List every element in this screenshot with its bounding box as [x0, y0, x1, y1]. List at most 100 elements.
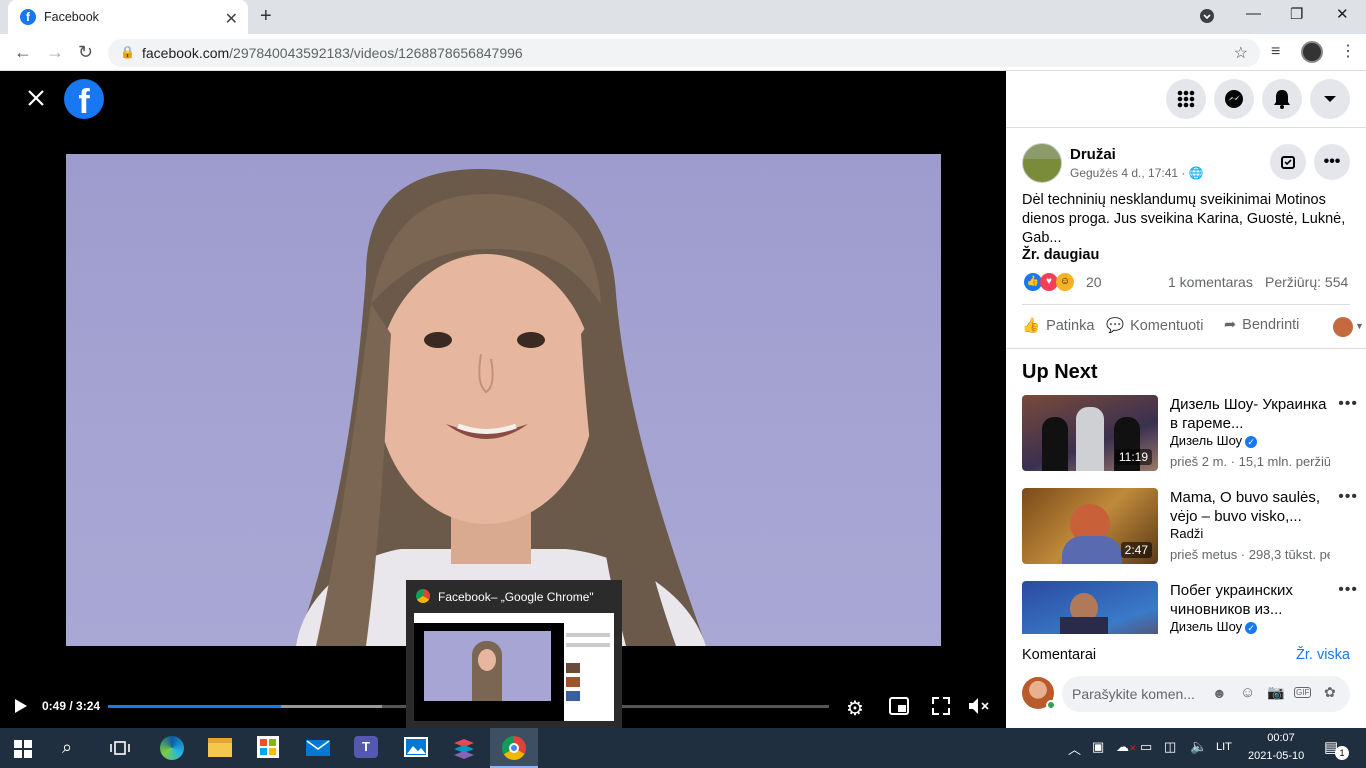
video-content-illustration [296, 169, 706, 646]
browser-tab[interactable]: f Facebook ✕ [8, 0, 248, 34]
up-next-item[interactable]: 11:19 Дизель Шоу- Украинка в гареме... Д… [1022, 395, 1358, 473]
up-next-item[interactable]: Побег украинских чиновников из... Дизель… [1022, 581, 1358, 634]
chrome-taskbar-button[interactable] [490, 728, 538, 768]
globe-icon: 🌐 [1188, 166, 1204, 180]
chrome-icon [416, 589, 430, 603]
share-button[interactable]: ➦ Bendrinti [1224, 317, 1299, 333]
file-explorer-icon[interactable] [208, 738, 232, 757]
restore-icon[interactable]: ❐ [1290, 5, 1303, 23]
video-title[interactable]: Побег украинских чиновников из... [1170, 581, 1330, 619]
save-post-icon[interactable] [1270, 144, 1306, 180]
photos-icon[interactable] [404, 737, 428, 757]
tab-close-icon[interactable]: ✕ [225, 9, 238, 29]
reaction-icons[interactable]: 👍 ♥ ☺ [1024, 273, 1074, 291]
close-icon[interactable] [26, 88, 46, 113]
post-author[interactable]: Družai [1070, 146, 1116, 163]
show-hidden-icons[interactable]: ︿ [1068, 739, 1081, 758]
chevron-down-icon[interactable]: ▼ [1355, 321, 1364, 331]
windows-taskbar: ⌕ T ︿ ▣ ☁✕ ▭ ◫ 🔈 LIT 00:07 2021-05-10 ▤ … [0, 728, 1366, 768]
comment-button[interactable]: 💬 Komentuoti [1106, 317, 1203, 335]
search-icon[interactable]: ⌕ [62, 737, 72, 758]
edge-icon[interactable] [160, 736, 184, 760]
profile-avatar[interactable] [1301, 41, 1323, 63]
camera-icon[interactable]: 📷 [1267, 684, 1284, 701]
divider [1022, 304, 1350, 305]
video-thumbnail[interactable] [1022, 581, 1158, 634]
video-thumbnail[interactable]: 11:19 [1022, 395, 1158, 471]
see-all-link[interactable]: Žr. viska [1296, 647, 1350, 663]
more-options-icon[interactable]: ••• [1314, 144, 1350, 180]
more-options-icon[interactable]: ••• [1338, 488, 1358, 506]
see-more-link[interactable]: Žr. daugiau [1022, 247, 1099, 263]
comment-input[interactable]: Parašykite komen... ☻ ☺ 📷 GIF ✿ [1062, 676, 1350, 712]
sync-error-icon[interactable]: ☁✕ [1116, 739, 1137, 755]
avatar-sticker-icon[interactable]: ☻ [1212, 685, 1227, 701]
battery-icon[interactable]: ▭ [1140, 739, 1152, 755]
video-title[interactable]: Дизель Шоу- Украинка в гареме... [1170, 395, 1330, 433]
store-icon[interactable] [257, 736, 279, 758]
bell-icon[interactable] [1262, 79, 1302, 119]
mail-icon[interactable] [306, 740, 330, 756]
gif-icon[interactable]: GIF [1294, 687, 1312, 698]
chrome-menu-icon[interactable]: ⋮ [1340, 41, 1356, 61]
reading-list-icon[interactable]: ≡ [1271, 43, 1280, 61]
more-options-icon[interactable]: ••• [1338, 581, 1358, 599]
window-close-icon[interactable]: ✕ [1336, 5, 1349, 23]
device-icon[interactable]: ▣ [1092, 739, 1104, 755]
channel-name[interactable]: Radži [1170, 526, 1203, 541]
omnibox[interactable]: 🔒 facebook.com/297840043592183/videos/12… [108, 39, 1260, 67]
comments-count[interactable]: 1 komentaras [1168, 274, 1253, 290]
like-label: Patinka [1046, 317, 1095, 334]
minimize-icon[interactable]: — [1246, 5, 1261, 22]
video-viewer: f 0:49 / 3:24 ⚙ Facebook– „Google Chrome… [0, 71, 1006, 728]
clock-date[interactable]: 2021-05-10 [1248, 750, 1304, 762]
more-options-icon[interactable]: ••• [1338, 395, 1358, 413]
pip-icon[interactable] [889, 697, 909, 720]
reload-icon[interactable]: ↻ [78, 42, 93, 63]
up-next-heading: Up Next [1022, 361, 1098, 383]
apps-icon[interactable] [1166, 79, 1206, 119]
messenger-icon[interactable] [1214, 79, 1254, 119]
clock-time[interactable]: 00:07 [1263, 732, 1299, 744]
task-view-icon[interactable] [110, 739, 130, 762]
up-next-item[interactable]: 2:47 Mama, O buvo saulės, vėjo – buvo vi… [1022, 488, 1358, 566]
network-icon[interactable]: ◫ [1164, 739, 1176, 755]
post-sidebar: Družai Gegužės 4 d., 17:41 · 🌐 ••• Dėl t… [1006, 71, 1366, 728]
tab-search-icon[interactable] [1199, 8, 1215, 28]
channel-name[interactable]: Дизель Шоу ✓ [1170, 433, 1258, 448]
caret-icon[interactable] [1310, 79, 1350, 119]
verified-icon: ✓ [1245, 435, 1258, 448]
sticker-icon[interactable]: ✿ [1324, 684, 1336, 701]
page-avatar[interactable] [1022, 143, 1062, 183]
snip-sketch-icon[interactable] [452, 737, 476, 764]
reaction-profile-avatar[interactable] [1333, 317, 1353, 337]
settings-icon[interactable]: ⚙ [846, 696, 864, 721]
share-label: Bendrinti [1242, 317, 1300, 333]
video-duration: 2:47 [1120, 542, 1152, 558]
comments-label: Komentarai [1022, 647, 1097, 663]
forward-icon[interactable]: → [46, 42, 64, 63]
play-icon[interactable] [14, 698, 28, 719]
volume-icon[interactable]: 🔈 [1190, 738, 1207, 755]
post-date-row: Gegužės 4 d., 17:41 · 🌐 [1070, 166, 1204, 180]
emoji-icon[interactable]: ☺ [1240, 684, 1255, 701]
progress-fill [108, 705, 282, 708]
video-frame[interactable] [66, 154, 941, 646]
window-preview[interactable]: Facebook– „Google Chrome" [406, 580, 622, 728]
video-title[interactable]: Mama, O buvo saulės, vėjo – buvo visko,.… [1170, 488, 1330, 526]
post-date[interactable]: Gegužės 4 d., 17:41 · [1070, 166, 1185, 180]
windows-start-icon[interactable] [14, 740, 32, 763]
back-icon[interactable]: ← [14, 42, 32, 63]
reactions-count[interactable]: 20 [1086, 274, 1102, 290]
facebook-logo[interactable]: f [64, 79, 104, 119]
mute-icon[interactable] [968, 697, 990, 720]
teams-icon[interactable]: T [354, 736, 378, 758]
divider [1006, 127, 1366, 128]
channel-name[interactable]: Дизель Шоу ✓ [1170, 619, 1258, 634]
video-thumbnail[interactable]: 2:47 [1022, 488, 1158, 564]
new-tab-icon[interactable]: + [260, 5, 272, 28]
bookmark-star-icon[interactable]: ☆ [1234, 43, 1248, 63]
input-language[interactable]: LIT [1216, 741, 1232, 753]
like-button[interactable]: 👍 Patinka [1022, 317, 1095, 335]
fullscreen-icon[interactable] [932, 697, 950, 720]
